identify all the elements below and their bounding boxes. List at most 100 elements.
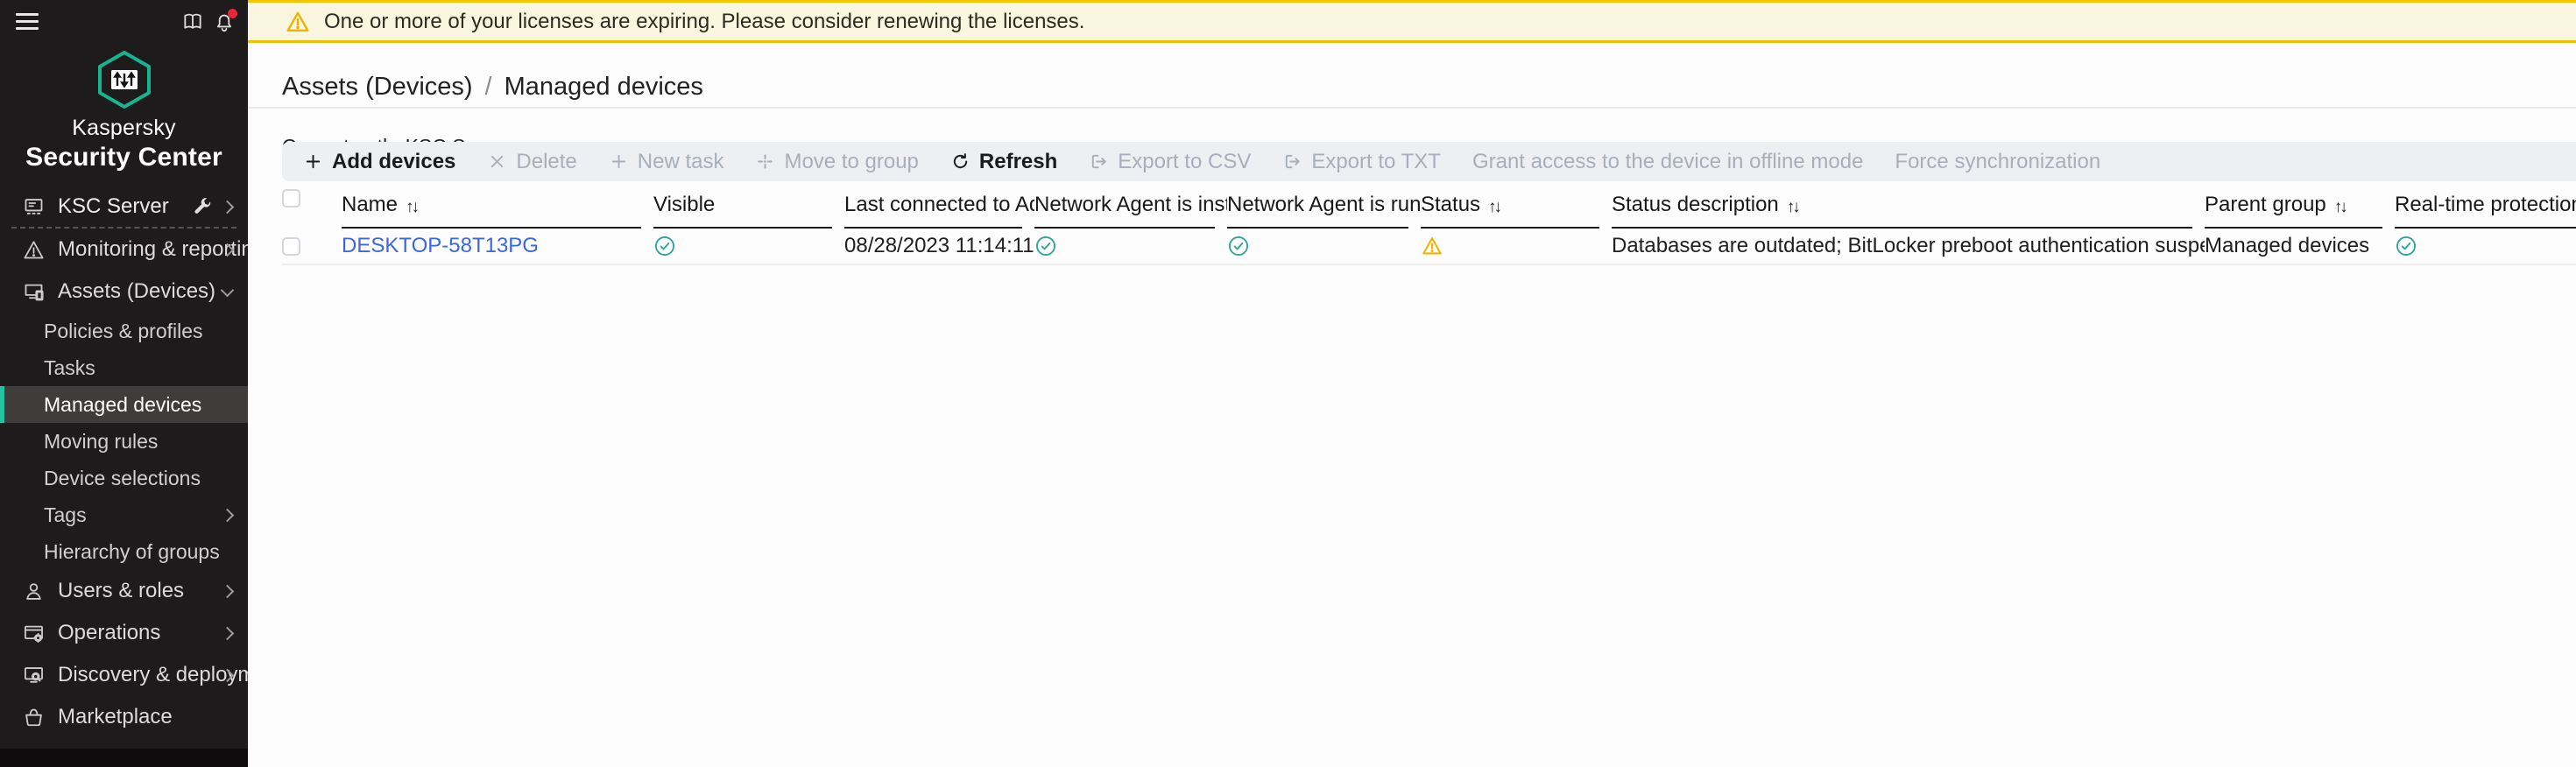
sidebar-item-managed-devices[interactable]: Managed devices bbox=[0, 386, 248, 423]
sidebar-item-device-selections[interactable]: Device selections bbox=[0, 460, 248, 496]
column-header-status-description[interactable]: Status description↑↓ bbox=[1612, 189, 2205, 229]
force-synchronization-button[interactable]: Force synchronization bbox=[1895, 150, 2100, 174]
x-icon bbox=[487, 151, 507, 172]
sidebar-item-label: Marketplace bbox=[58, 705, 173, 729]
sidebar: Kaspersky Security Center KSC Server Mon… bbox=[0, 0, 248, 767]
visible-cell bbox=[653, 229, 844, 265]
sidebar-item-label: Device selections bbox=[44, 467, 201, 490]
sidebar-item-label: Assets (Devices) bbox=[58, 279, 215, 304]
delete-button[interactable]: Delete bbox=[487, 150, 576, 174]
add-devices-button[interactable]: Add devices bbox=[303, 150, 455, 174]
server-icon bbox=[22, 195, 46, 219]
row-select-cell bbox=[282, 229, 342, 265]
page-title: Managed devices bbox=[505, 73, 703, 102]
sidebar-item-hierarchy-of-groups[interactable]: Hierarchy of groups bbox=[0, 533, 248, 570]
sidebar-item-label: Operations bbox=[58, 621, 160, 645]
column-header-status[interactable]: Status↑↓ bbox=[1421, 189, 1612, 229]
check-circle-icon bbox=[653, 235, 676, 257]
chevron-right-icon bbox=[221, 584, 235, 598]
warning-triangle-icon bbox=[1421, 235, 1443, 257]
export-icon bbox=[1089, 151, 1109, 172]
row-checkbox[interactable] bbox=[282, 237, 300, 256]
toolbar: Add devices Delete New task Move to grou… bbox=[282, 142, 2576, 181]
column-header-agent-installed[interactable]: Network Agent is installed bbox=[1034, 189, 1227, 229]
discovery-icon bbox=[22, 664, 46, 687]
grant-offline-access-button[interactable]: Grant access to the device in offline mo… bbox=[1472, 150, 1863, 174]
parent-group-cell: Managed devices bbox=[2205, 229, 2395, 265]
kaspersky-logo: Kaspersky Security Center bbox=[0, 50, 248, 172]
menu-icon[interactable] bbox=[16, 13, 39, 30]
marketplace-icon bbox=[22, 706, 46, 729]
select-all-checkbox[interactable] bbox=[282, 189, 300, 208]
table-header-row: Name↑↓ Visible Last connected to Admini.… bbox=[282, 189, 2576, 229]
agent-installed-cell bbox=[1034, 229, 1227, 265]
chevron-right-icon bbox=[221, 626, 235, 640]
column-header-agent-running[interactable]: Network Agent is running bbox=[1227, 189, 1421, 229]
sidebar-item-monitoring-reporting[interactable]: Monitoring & reporting bbox=[0, 229, 248, 271]
sidebar-item-label: Users & roles bbox=[58, 579, 184, 603]
column-header-name[interactable]: Name↑↓ bbox=[342, 189, 653, 229]
device-name-link[interactable]: DESKTOP-58T13PG bbox=[342, 234, 539, 258]
select-all-cell bbox=[282, 189, 342, 229]
move-to-group-button[interactable]: Move to group bbox=[755, 150, 918, 174]
warning-triangle-icon bbox=[285, 9, 311, 35]
chevron-right-icon bbox=[221, 508, 235, 522]
export-icon bbox=[1282, 151, 1302, 172]
export-to-txt-button[interactable]: Export to TXT bbox=[1282, 150, 1441, 174]
table-row: DESKTOP-58T13PG 08/28/2023 11:14:11 am bbox=[282, 229, 2576, 265]
brand-name: Kaspersky bbox=[0, 116, 248, 141]
column-header-visible[interactable]: Visible bbox=[653, 189, 844, 229]
sidebar-item-discovery-deployment[interactable]: Discovery & deployment bbox=[0, 654, 248, 696]
sort-icon: ↑↓ bbox=[1787, 198, 1798, 217]
last-connected-cell: 08/28/2023 11:14:11 am bbox=[844, 229, 1034, 265]
status-cell bbox=[1421, 229, 1612, 265]
operations-icon bbox=[22, 622, 46, 645]
guide-icon[interactable] bbox=[181, 11, 204, 33]
column-header-last-connected[interactable]: Last connected to Admini...>>↑ bbox=[844, 189, 1034, 229]
status-description-cell: Databases are outdated; BitLocker preboo… bbox=[1612, 229, 2205, 265]
sidebar-topbar bbox=[0, 0, 248, 42]
sidebar-item-tags[interactable]: Tags bbox=[0, 496, 248, 533]
new-task-button[interactable]: New task bbox=[609, 150, 724, 174]
sidebar-item-label: Tags bbox=[44, 503, 87, 527]
sidebar-item-policies-profiles[interactable]: Policies & profiles bbox=[0, 313, 248, 349]
sort-icon: ↑↓ bbox=[1488, 198, 1500, 217]
sidebar-item-marketplace[interactable]: Marketplace bbox=[0, 696, 248, 738]
chevron-down-icon bbox=[221, 283, 235, 297]
column-header-realtime-protection[interactable]: Real-time protection bbox=[2395, 189, 2576, 229]
refresh-icon bbox=[950, 151, 970, 172]
check-circle-icon bbox=[1227, 235, 1250, 257]
sidebar-item-label: Managed devices bbox=[44, 393, 201, 417]
sidebar-item-ksc-server[interactable]: KSC Server bbox=[0, 186, 248, 227]
sidebar-item-tasks[interactable]: Tasks bbox=[0, 349, 248, 386]
column-header-parent-group[interactable]: Parent group↑↓ bbox=[2205, 189, 2395, 229]
sidebar-footer-strip bbox=[0, 749, 248, 767]
notification-badge bbox=[228, 9, 237, 18]
sidebar-item-assets-devices[interactable]: Assets (Devices) bbox=[0, 271, 248, 313]
breadcrumb-separator: / bbox=[485, 73, 492, 102]
refresh-button[interactable]: Refresh bbox=[950, 150, 1057, 174]
sidebar-item-operations[interactable]: Operations bbox=[0, 612, 248, 654]
sidebar-item-label: Tasks bbox=[44, 356, 95, 380]
export-to-csv-button[interactable]: Export to CSV bbox=[1089, 150, 1251, 174]
sidebar-item-label: Moving rules bbox=[44, 430, 158, 454]
breadcrumb: Assets (Devices) / Managed devices bbox=[248, 43, 2576, 107]
sidebar-item-moving-rules[interactable]: Moving rules bbox=[0, 423, 248, 460]
sidebar-item-users-roles[interactable]: Users & roles bbox=[0, 570, 248, 612]
sort-icon: ↑↓ bbox=[406, 198, 417, 217]
kaspersky-hexagon-icon bbox=[95, 50, 153, 109]
agent-running-cell bbox=[1227, 229, 1421, 265]
name-cell: DESKTOP-58T13PG bbox=[342, 229, 653, 265]
sidebar-nav: KSC Server Monitoring & reporting Assets… bbox=[0, 186, 248, 738]
main-content: One or more of your licenses are expirin… bbox=[248, 0, 2576, 767]
sort-icon: ↑↓ bbox=[2334, 198, 2346, 217]
wrench-icon[interactable] bbox=[192, 196, 213, 217]
devices-table: Name↑↓ Visible Last connected to Admini.… bbox=[282, 189, 2576, 265]
notifications-icon[interactable] bbox=[213, 11, 236, 33]
breadcrumb-parent[interactable]: Assets (Devices) bbox=[282, 73, 473, 102]
check-circle-icon bbox=[2395, 235, 2417, 257]
move-icon bbox=[755, 151, 775, 172]
devices-icon bbox=[22, 280, 46, 304]
realtime-protection-cell bbox=[2395, 229, 2576, 265]
product-name: Security Center bbox=[0, 143, 248, 172]
